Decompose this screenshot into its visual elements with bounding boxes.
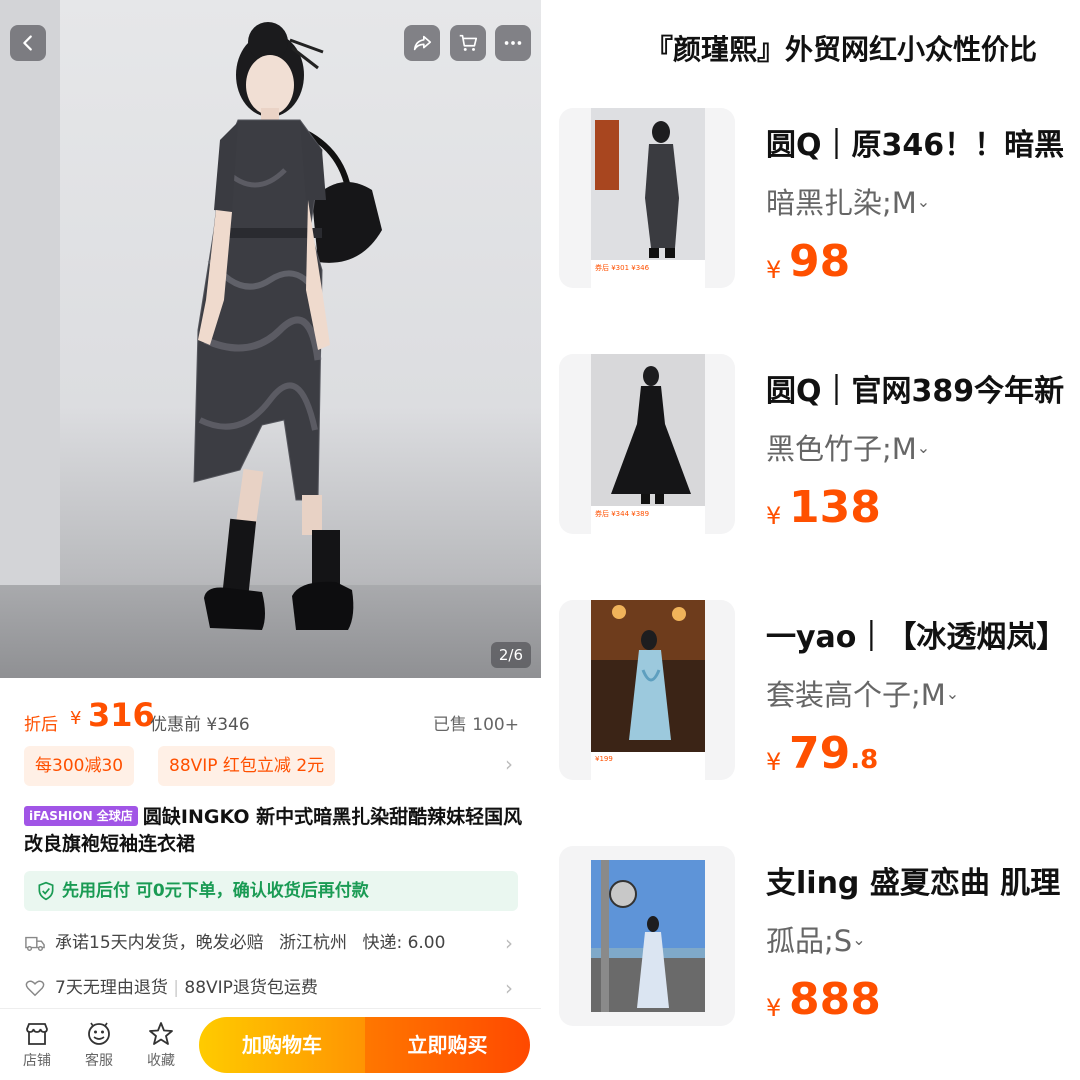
cart-item-thumbnail[interactable]: 券后 ¥344 ¥389 <box>559 354 735 534</box>
store-icon <box>26 1023 48 1045</box>
chevron-down-icon: ⌄ <box>916 438 931 457</box>
currency-symbol: ¥ <box>70 708 82 729</box>
price-row: 折后 ¥ 316 优惠前 ¥346 已售 100+ <box>24 696 519 738</box>
heart-icon <box>25 980 45 997</box>
sold-count: 已售 100+ <box>432 715 519 735</box>
pay-later-text: 先用后付 可0元下单，确认收货后再付款 <box>62 881 369 901</box>
cart-item-thumbnail[interactable]: 券后 ¥301 ¥346 <box>559 108 735 288</box>
model-photo <box>193 22 382 630</box>
coupon-badge[interactable]: 每300减30 <box>24 746 135 786</box>
chevron-right-icon[interactable]: › <box>505 752 513 776</box>
chevron-down-icon: ⌄ <box>916 192 931 211</box>
favorite-nav-label: 收藏 <box>147 1053 175 1069</box>
chevron-right-icon[interactable]: › <box>505 973 513 1003</box>
price-integer: 138 <box>789 482 881 533</box>
thumbnail-price-strip: ¥199 <box>591 752 705 780</box>
price-integer: 98 <box>789 236 851 287</box>
cart-icon <box>459 34 478 51</box>
star-icon <box>149 1022 173 1045</box>
cart-item[interactable]: 支ling 盛夏恋曲 肌理 孤品;S⌄ ¥ 888 <box>541 846 1080 1046</box>
current-price: 316 <box>88 696 155 734</box>
product-detail-panel: 2/6 折后 ¥ 316 优惠前 ¥346 已售 100+ 每300减30 88… <box>0 0 541 1080</box>
cart-item-price: 98 <box>789 236 850 287</box>
image-page-counter: 2/6 <box>490 642 531 668</box>
add-to-cart-button[interactable]: 加购物车 <box>199 1017 365 1073</box>
returns-row[interactable]: 7天无理由退货 | 88VIP退货包运费 › <box>24 973 519 1003</box>
shipping-promise: 承诺15天内发货，晚发必赔 <box>55 933 264 953</box>
cart-item[interactable]: 券后 ¥344 ¥389 圆Q｜官网389今年新 黑色竹子;M⌄ ¥ 138 <box>541 354 1080 554</box>
divider <box>0 1008 541 1009</box>
more-icon <box>504 41 522 45</box>
share-button[interactable] <box>404 25 440 61</box>
service-nav-button[interactable]: 客服 <box>74 1018 124 1072</box>
cart-item-thumbnail[interactable] <box>559 846 735 1026</box>
currency-symbol: ¥ <box>766 502 782 530</box>
cart-item-spec-text: 孤品;S <box>766 924 853 958</box>
shop-nav-label: 店铺 <box>23 1053 51 1069</box>
cart-item-spec-text: 套装高个子;M <box>766 678 946 712</box>
cart-item-price: 79.8 <box>789 728 878 779</box>
price-integer: 79 <box>789 728 851 779</box>
thumbnail-photo <box>591 354 705 506</box>
shipping-row[interactable]: 承诺15天内发货，晚发必赔 浙江杭州 快递: 6.00 › <box>24 928 519 958</box>
vip-returns-policy: 88VIP退货包运费 <box>184 978 318 998</box>
product-image-gallery[interactable]: 2/6 <box>0 0 541 678</box>
back-icon <box>23 35 32 51</box>
thumbnail-price-strip: 券后 ¥344 ¥389 <box>591 506 705 534</box>
cart-item[interactable]: ¥199 一yao｜【冰透烟岚】 套装高个子;M⌄ ¥ 79.8 <box>541 600 1080 800</box>
bottom-action-bar: 店铺 客服 收藏 加购物车 立即购买 <box>0 1010 541 1080</box>
thumbnail-photo <box>591 108 705 260</box>
chevron-down-icon: ⌄ <box>852 930 866 949</box>
thumbnail-photo <box>591 860 705 1012</box>
cart-item-spec[interactable]: 套装高个子;M⌄ <box>766 672 959 714</box>
shop-title[interactable]: 『颜瑾熙』外贸网红小众性价比 <box>645 28 1037 68</box>
currency-symbol: ¥ <box>766 748 782 776</box>
currency-symbol: ¥ <box>766 994 782 1022</box>
cart-list-panel: 『颜瑾熙』外贸网红小众性价比 券后 ¥301 ¥346 圆Q｜原346！！暗黑 … <box>541 0 1080 1080</box>
cart-item-price: 138 <box>789 482 881 533</box>
cart-button[interactable] <box>450 25 486 61</box>
delivery-fee: 快递: 6.00 <box>362 933 446 953</box>
discount-label: 折后 <box>24 715 58 735</box>
ship-from-location: 浙江杭州 <box>279 933 348 953</box>
service-nav-label: 客服 <box>85 1053 113 1069</box>
cart-item-name[interactable]: 一yao｜【冰透烟岚】 <box>766 612 1066 656</box>
favorite-nav-button[interactable]: 收藏 <box>136 1018 186 1072</box>
product-title-block: iFASHION 全球店 圆缺INGKO 新中式暗黑扎染甜酷辣妹轻国风改良旗袍短… <box>24 804 524 858</box>
returns-policy: 7天无理由退货 <box>55 978 168 998</box>
cart-item-spec-text: 暗黑扎染;M <box>766 186 917 220</box>
buy-now-button[interactable]: 立即购买 <box>365 1017 530 1073</box>
thumbnail-photo <box>591 600 705 752</box>
store-badge: iFASHION 全球店 <box>24 806 138 826</box>
cart-item-spec[interactable]: 暗黑扎染;M⌄ <box>766 180 930 222</box>
share-icon <box>413 35 432 51</box>
thumbnail-price-strip: 券后 ¥301 ¥346 <box>591 260 705 288</box>
shield-icon <box>38 881 54 901</box>
price-decimal: .8 <box>850 745 879 775</box>
cart-item-price: 888 <box>789 974 881 1025</box>
coupon-badge[interactable]: 88VIP 红包立减 2元 <box>158 746 336 786</box>
back-button[interactable] <box>10 25 46 61</box>
cart-item-spec[interactable]: 孤品;S⌄ <box>766 918 866 960</box>
cart-item[interactable]: 券后 ¥301 ¥346 圆Q｜原346！！暗黑 暗黑扎染;M⌄ ¥ 98 <box>541 108 1080 308</box>
truck-icon <box>25 936 45 951</box>
original-price: 优惠前 ¥346 <box>150 715 250 735</box>
shop-nav-button[interactable]: 店铺 <box>12 1018 62 1072</box>
cart-item-thumbnail[interactable]: ¥199 <box>559 600 735 780</box>
chevron-down-icon: ⌄ <box>945 684 960 703</box>
cart-item-spec[interactable]: 黑色竹子;M⌄ <box>766 426 930 468</box>
cart-item-name[interactable]: 圆Q｜原346！！暗黑 <box>766 120 1064 164</box>
cart-item-name[interactable]: 圆Q｜官网389今年新 <box>766 366 1064 410</box>
currency-symbol: ¥ <box>766 256 782 284</box>
more-button[interactable] <box>495 25 531 61</box>
service-icon <box>88 1022 110 1045</box>
cart-item-spec-text: 黑色竹子;M <box>766 432 917 466</box>
chevron-right-icon[interactable]: › <box>505 928 513 958</box>
separator: | <box>173 978 185 998</box>
pay-later-banner[interactable]: 先用后付 可0元下单，确认收货后再付款 <box>24 871 518 911</box>
coupon-row[interactable]: 每300减30 88VIP 红包立减 2元 › <box>24 746 519 786</box>
price-integer: 888 <box>789 974 881 1025</box>
cart-item-name[interactable]: 支ling 盛夏恋曲 肌理 <box>766 858 1060 902</box>
